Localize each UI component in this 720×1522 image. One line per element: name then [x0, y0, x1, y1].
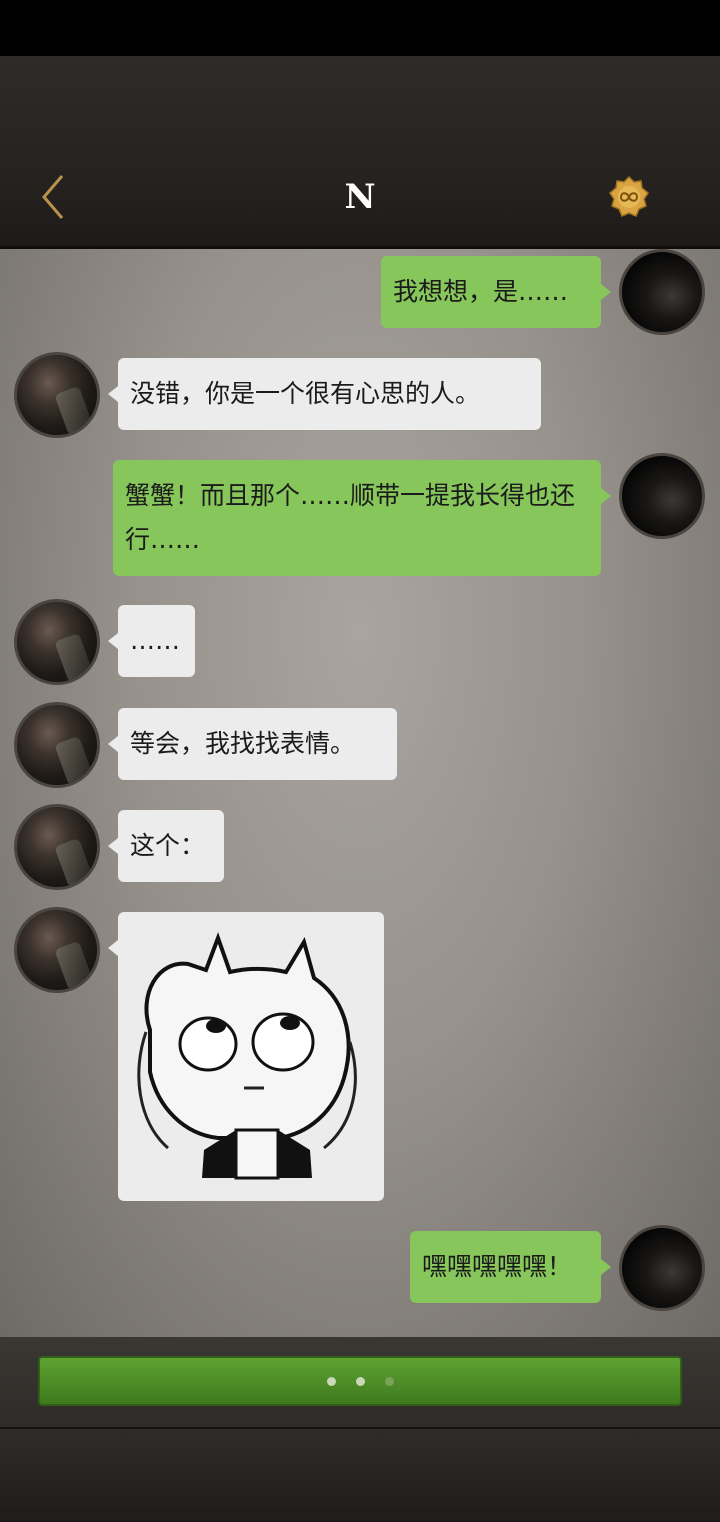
message-bubble-out[interactable]: 我想想，是……: [381, 256, 611, 328]
contact-avatar[interactable]: [14, 907, 100, 993]
message-bubble-out[interactable]: 嘿嘿嘿嘿嘿！: [410, 1231, 611, 1303]
message-bubble-in[interactable]: 没错，你是一个很有心思的人。: [108, 358, 541, 430]
sticker-message-bubble[interactable]: [108, 912, 384, 1201]
my-avatar[interactable]: [619, 1225, 705, 1311]
message-text: 没错，你是一个很有心思的人。: [130, 379, 481, 408]
message-bubble-in[interactable]: 等会，我找找表情。: [108, 708, 397, 780]
contact-avatar[interactable]: [14, 352, 100, 438]
contact-avatar[interactable]: [14, 599, 100, 685]
page-indicator: [40, 1358, 680, 1404]
gold-infinity-badge-icon: [609, 175, 649, 217]
message-text: 蟹蟹！而且那个……顺带一提我长得也还行……: [125, 481, 576, 554]
page-indicator-dot: [384, 1376, 394, 1386]
message-bubble-out[interactable]: 蟹蟹！而且那个……顺带一提我长得也还行……: [113, 460, 611, 576]
message-text: ……: [130, 626, 180, 655]
message-text: 我想想，是……: [393, 277, 569, 306]
bottom-panel: [0, 1337, 720, 1520]
my-avatar[interactable]: [619, 249, 705, 335]
navigation-bar: [0, 1427, 720, 1522]
cat-rolling-eyes-sticker: [137, 932, 357, 1180]
contact-avatar[interactable]: [14, 702, 100, 788]
message-text: 等会，我找找表情。: [130, 729, 356, 758]
contact-avatar[interactable]: [14, 804, 100, 890]
message-text: 嘿嘿嘿嘿嘿！: [422, 1252, 573, 1281]
chat-area[interactable]: 我想想，是…… 没错，你是一个很有心思的人。 蟹蟹！而且那个……顺带一提我长得也…: [0, 249, 720, 1337]
message-text: 这个：: [130, 831, 206, 860]
my-avatar[interactable]: [619, 453, 705, 539]
message-bubble-in[interactable]: ……: [108, 605, 195, 677]
reply-options-bar[interactable]: [38, 1356, 682, 1406]
page-indicator-dot: [326, 1376, 336, 1386]
badge-button[interactable]: [608, 175, 650, 218]
page-indicator-dot: [355, 1376, 365, 1386]
message-bubble-in[interactable]: 这个：: [108, 810, 224, 882]
status-bar: [0, 0, 720, 56]
